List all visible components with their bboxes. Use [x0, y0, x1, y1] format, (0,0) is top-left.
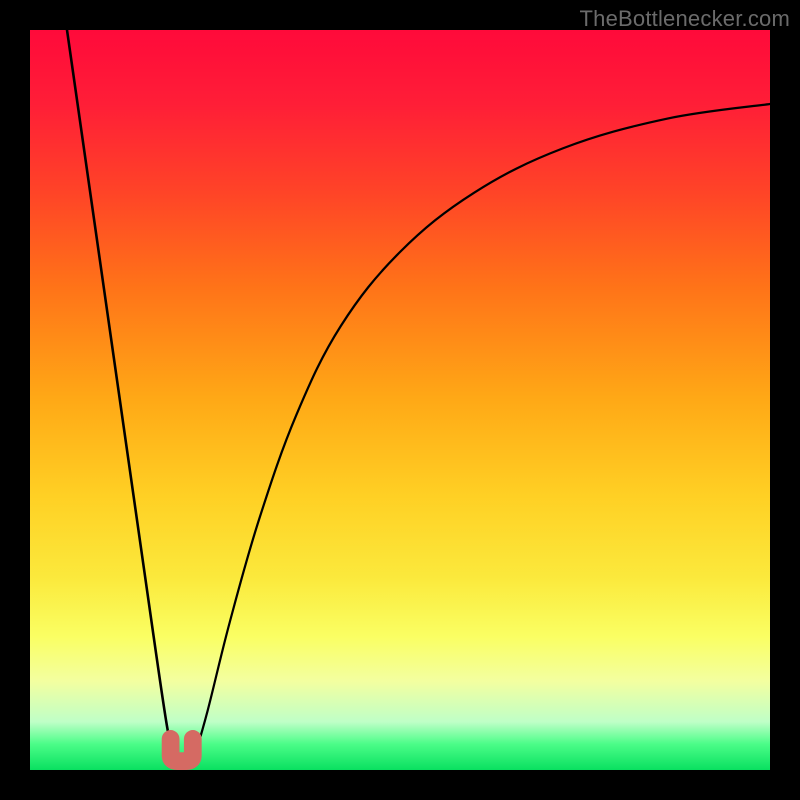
credit-label: TheBottlenecker.com	[580, 6, 790, 32]
bottleneck-curve	[30, 30, 770, 770]
curve-right-branch	[193, 104, 770, 763]
curve-left-branch	[67, 30, 174, 763]
chart-frame	[30, 30, 770, 770]
optimum-marker	[171, 739, 193, 761]
